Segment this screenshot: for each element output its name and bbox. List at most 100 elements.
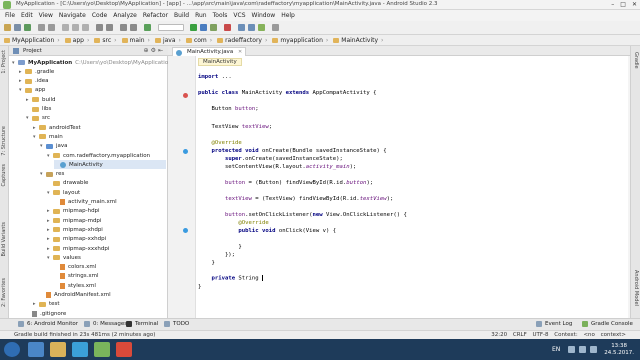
- tool-event-log[interactable]: Event Log: [536, 321, 572, 327]
- find-icon[interactable]: [96, 24, 103, 31]
- stop-icon[interactable]: [224, 24, 231, 31]
- copy-icon[interactable]: [72, 24, 79, 31]
- back-icon[interactable]: [120, 24, 127, 31]
- tool-gradle-console[interactable]: Gradle Console: [582, 321, 633, 327]
- menu-window[interactable]: Window: [249, 12, 279, 19]
- menu-view[interactable]: View: [36, 12, 56, 19]
- side-tab-favorites[interactable]: 2: Favorites: [1, 278, 7, 307]
- code-line[interactable]: });: [198, 252, 235, 258]
- tree-item[interactable]: ▾ com.radeffactory.myapplication: [47, 151, 150, 160]
- code-line[interactable]: import ...: [198, 74, 232, 80]
- menu-code[interactable]: Code: [89, 12, 110, 19]
- hide-panel-icon[interactable]: ⇤: [158, 47, 165, 54]
- breadcrumb-item[interactable]: MainActivity ›: [333, 37, 383, 44]
- android-device-monitor-icon[interactable]: [258, 24, 265, 31]
- breadcrumb-item[interactable]: radeffactory ›: [217, 37, 267, 44]
- breadcrumb-item[interactable]: MyApplication ›: [4, 37, 60, 44]
- tree-item[interactable]: ▸ mipmap-xxxhdpi: [47, 244, 109, 253]
- tree-item[interactable]: ▸ .idea: [19, 77, 49, 86]
- tree-item[interactable]: drawable: [47, 179, 88, 188]
- breadcrumb-item[interactable]: src ›: [94, 37, 117, 44]
- code-line[interactable]: protected void onCreate(Bundle savedInst…: [198, 148, 386, 154]
- tree-item[interactable]: activity_main.xml: [54, 198, 117, 207]
- code-line[interactable]: public class MainActivity extends AppCom…: [198, 90, 377, 96]
- clock[interactable]: 13:38 24.5.2017.: [604, 343, 634, 357]
- maximize-icon[interactable]: □: [620, 1, 626, 8]
- menu-analyze[interactable]: Analyze: [110, 12, 140, 19]
- network-icon[interactable]: [579, 346, 587, 353]
- code-line[interactable]: setContentView(R.layout.activity_main);: [198, 164, 356, 170]
- tree-item[interactable]: libs: [26, 105, 51, 114]
- code-line[interactable]: private String: [198, 275, 264, 282]
- breadcrumb-item[interactable]: main ›: [121, 37, 150, 44]
- undo-icon[interactable]: [38, 24, 45, 31]
- minimize-icon[interactable]: –: [611, 1, 614, 8]
- tree-item[interactable]: ▾ layout: [47, 188, 80, 197]
- sdk-manager-icon[interactable]: [248, 24, 255, 31]
- make-project-icon[interactable]: [144, 24, 151, 31]
- menu-build[interactable]: Build: [171, 12, 192, 19]
- sync-files-icon[interactable]: ⊕: [144, 47, 151, 54]
- breadcrumb-item[interactable]: com ›: [185, 37, 212, 44]
- menu-refactor[interactable]: Refactor: [140, 12, 171, 19]
- menu-help[interactable]: Help: [278, 12, 298, 19]
- tree-item[interactable]: ▾ src: [26, 114, 50, 123]
- code-line[interactable]: super.onCreate(savedInstanceState);: [198, 156, 343, 162]
- close-icon[interactable]: ✕: [632, 1, 637, 8]
- side-tab-structure[interactable]: 7: Structure: [1, 126, 7, 156]
- tree-item[interactable]: ▾ values: [47, 253, 81, 262]
- code-line[interactable]: @Override: [198, 140, 241, 146]
- override-gutter-icon[interactable]: [183, 228, 188, 233]
- recording-app-icon[interactable]: [116, 342, 132, 357]
- code-line[interactable]: public void onClick(View v) {: [198, 228, 336, 234]
- tree-item[interactable]: strings.xml: [54, 272, 99, 281]
- tree-item[interactable]: styles.xml: [54, 281, 96, 290]
- code-line[interactable]: button = (Button) findViewById(R.id.butt…: [198, 180, 373, 186]
- code-line[interactable]: button.setOnClickListener(new View.OnCli…: [198, 212, 407, 218]
- code-editor[interactable]: MainActivity import ... public class Main…: [196, 56, 628, 318]
- tree-item[interactable]: ▾ MyApplication C:\Users\yo\Desktop\MyAppl…: [12, 58, 172, 67]
- breadcrumb-item[interactable]: app ›: [64, 37, 89, 44]
- tree-item[interactable]: ▸ androidTest: [33, 123, 81, 132]
- tree-item[interactable]: ▾ java: [40, 142, 68, 151]
- avd-manager-icon[interactable]: [238, 24, 245, 31]
- caret-position[interactable]: 32:20: [491, 332, 507, 338]
- tree-item[interactable]: ▾ app: [19, 86, 45, 95]
- tab-mainactivity-java[interactable]: MainActivity.java ✕: [172, 47, 247, 56]
- sync-icon[interactable]: [24, 24, 31, 31]
- tree-item[interactable]: ▸ mipmap-xhdpi: [47, 225, 103, 234]
- run-icon[interactable]: [190, 24, 197, 31]
- side-tab-android-model[interactable]: Android Model: [633, 270, 639, 306]
- forward-icon[interactable]: [130, 24, 137, 31]
- override-gutter-icon[interactable]: [183, 149, 188, 154]
- code-line[interactable]: Button button;: [198, 106, 258, 112]
- tree-item[interactable]: ▸ mipmap-xxhdpi: [47, 235, 106, 244]
- tree-item[interactable]: AndroidManifest.xml: [40, 291, 111, 300]
- media-player-icon[interactable]: [72, 342, 88, 357]
- code-line[interactable]: TextView textView;: [198, 124, 272, 130]
- line-separator[interactable]: CRLF: [513, 332, 527, 338]
- code-line[interactable]: }: [198, 244, 241, 250]
- code-line[interactable]: }: [198, 260, 214, 266]
- menu-edit[interactable]: Edit: [18, 12, 36, 19]
- menu-tools[interactable]: Tools: [210, 12, 231, 19]
- tree-item[interactable]: ▸ mipmap-mdpi: [47, 216, 101, 225]
- language-indicator[interactable]: EN: [552, 346, 560, 353]
- cut-icon[interactable]: [62, 24, 69, 31]
- tool-messages[interactable]: 0: Messages: [84, 321, 127, 327]
- close-tab-icon[interactable]: ✕: [238, 49, 242, 55]
- start-button-icon[interactable]: [4, 342, 20, 357]
- help-icon[interactable]: [272, 24, 279, 31]
- volume-icon[interactable]: [590, 346, 598, 353]
- tree-item[interactable]: MainActivity: [54, 160, 166, 170]
- tree-item[interactable]: ▸ .gradle: [19, 67, 54, 76]
- run-gutter-icon[interactable]: [183, 93, 188, 98]
- tool-terminal[interactable]: Terminal: [126, 321, 158, 327]
- tree-item[interactable]: .gitignore: [26, 309, 66, 318]
- project-view-selector[interactable]: Project: [23, 48, 42, 54]
- code-line[interactable]: @Override: [198, 220, 268, 226]
- tree-item[interactable]: colors.xml: [54, 263, 96, 272]
- menu-file[interactable]: File: [2, 12, 18, 19]
- tree-item[interactable]: ▾ main: [33, 132, 63, 141]
- menu-run[interactable]: Run: [192, 12, 210, 19]
